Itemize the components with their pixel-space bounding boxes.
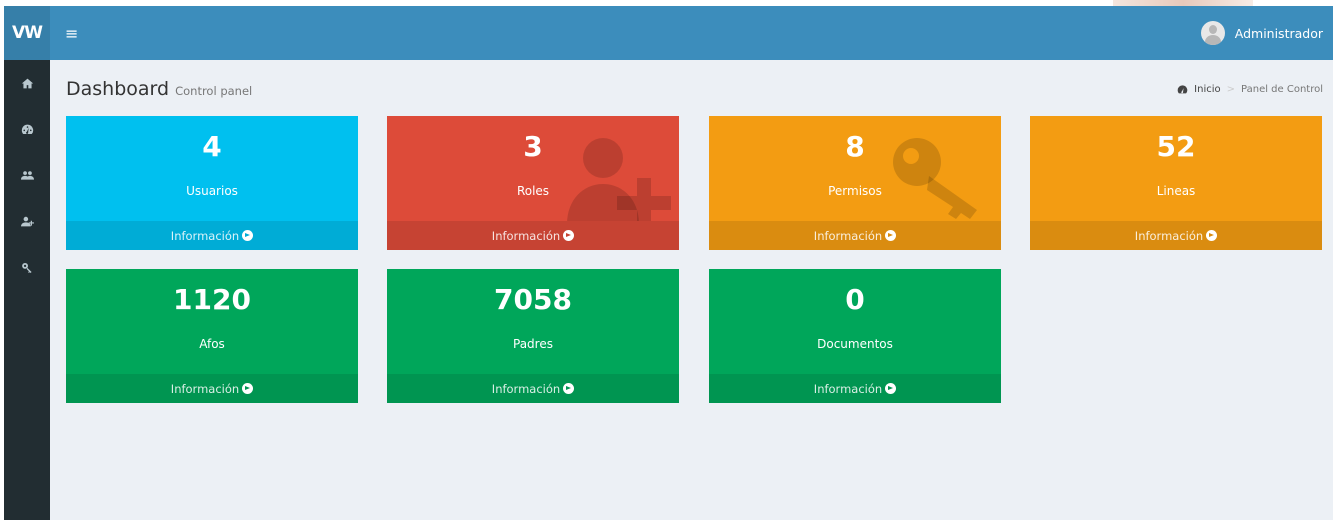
- user-avatar: [1200, 21, 1225, 45]
- arrow-circle-right-icon: [242, 383, 254, 394]
- stat-value: 0: [845, 283, 865, 316]
- content-wrapper: Dashboard Control panel Inicio > Panel de…: [50, 60, 1333, 520]
- sidebar-item-permissions[interactable]: [4, 244, 50, 290]
- user-plus-icon: [20, 216, 34, 226]
- user-menu[interactable]: Administrador: [1200, 21, 1323, 45]
- sidebar-toggle-button[interactable]: ≡: [65, 24, 78, 43]
- home-icon: [21, 78, 33, 88]
- stat-box-usuarios: 4 Usuarios Información: [66, 116, 358, 250]
- breadcrumb-current: Panel de Control: [1241, 84, 1323, 95]
- more-info-label: Información: [170, 228, 240, 243]
- page-title: Dashboard Control panel: [66, 78, 252, 100]
- sidebar-item-users[interactable]: [4, 152, 50, 198]
- more-info-label: Información: [491, 381, 561, 396]
- arrow-circle-right-icon: [885, 230, 897, 241]
- page-title-text: Dashboard: [66, 78, 170, 100]
- more-info-label: Información: [170, 381, 240, 396]
- sidebar-item-add-user[interactable]: [4, 198, 50, 244]
- arrow-circle-right-icon: [885, 383, 897, 394]
- arrow-circle-right-icon: [1206, 230, 1218, 241]
- user-name: Administrador: [1234, 25, 1323, 41]
- stat-value: 8: [845, 130, 865, 163]
- more-info-label: Información: [813, 381, 883, 396]
- stat-value: 7058: [494, 283, 572, 316]
- stat-label: Documentos: [817, 337, 893, 351]
- more-info-link[interactable]: Información: [709, 221, 1001, 250]
- breadcrumb: Inicio > Panel de Control: [1177, 84, 1323, 95]
- stat-label: Lineas: [1156, 184, 1196, 198]
- stat-box-permisos: 8 Permisos Información: [709, 116, 1001, 250]
- sidebar: [4, 60, 50, 520]
- more-info-link[interactable]: Información: [709, 374, 1001, 403]
- top-navbar: ≡ Administrador: [50, 6, 1333, 60]
- stat-value: 4: [202, 130, 222, 163]
- dashboard-icon: [21, 124, 33, 134]
- more-info-link[interactable]: Información: [66, 374, 358, 403]
- stat-box-roles: 3 Roles Información: [387, 116, 679, 250]
- users-icon: [20, 170, 34, 180]
- sidebar-item-dashboard[interactable]: [4, 106, 50, 152]
- stat-value: 3: [523, 130, 543, 163]
- stat-label: Usuarios: [186, 184, 238, 198]
- more-info-link[interactable]: Información: [387, 221, 679, 250]
- breadcrumb-home-link[interactable]: Inicio: [1194, 84, 1220, 95]
- stat-label: Afos: [199, 337, 225, 351]
- breadcrumb-separator: >: [1226, 84, 1236, 95]
- stat-box-padres: 7058 Padres Información: [387, 269, 679, 403]
- main-header: VW ≡ Administrador: [4, 6, 1333, 60]
- stat-label: Padres: [513, 337, 553, 351]
- arrow-circle-right-icon: [563, 230, 575, 241]
- dashboard-icon: [1177, 85, 1188, 94]
- more-info-link[interactable]: Información: [1030, 221, 1322, 250]
- stat-value: 1120: [173, 283, 251, 316]
- more-info-label: Información: [1134, 228, 1204, 243]
- arrow-circle-right-icon: [563, 383, 575, 394]
- page-subtitle: Control panel: [175, 84, 253, 98]
- arrow-circle-right-icon: [242, 230, 254, 241]
- stat-label: Permisos: [828, 184, 882, 198]
- stat-box-afos: 1120 Afos Información: [66, 269, 358, 403]
- stat-label: Roles: [516, 184, 550, 198]
- key-icon: [21, 262, 32, 273]
- more-info-label: Información: [813, 228, 883, 243]
- app-logo[interactable]: VW: [4, 6, 50, 60]
- more-info-link[interactable]: Información: [387, 374, 679, 403]
- stat-value: 52: [1156, 130, 1196, 163]
- more-info-link[interactable]: Información: [66, 221, 358, 250]
- more-info-label: Información: [491, 228, 561, 243]
- sidebar-item-home[interactable]: [4, 60, 50, 106]
- stat-box-lineas: 52 Lineas Información: [1030, 116, 1322, 250]
- stat-box-documentos: 0 Documentos Información: [709, 269, 1001, 403]
